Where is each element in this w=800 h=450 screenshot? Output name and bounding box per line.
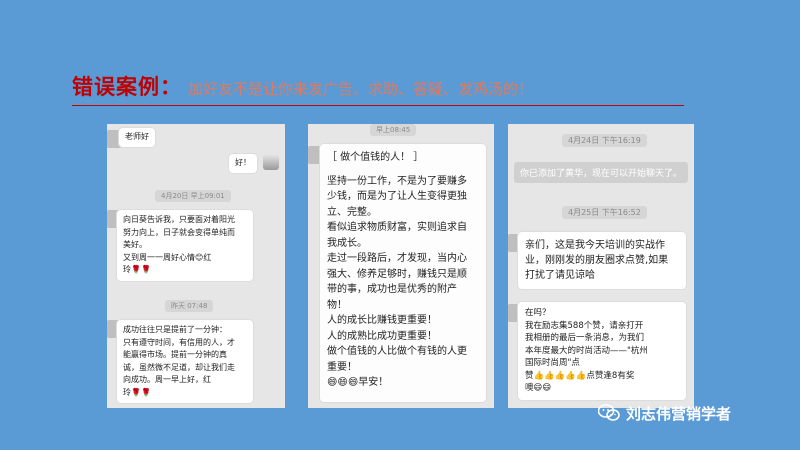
message-line: 走过一段路后，才发现，当内心 <box>327 253 467 264</box>
message-line: 😄😄😄早安！ <box>327 377 389 388</box>
chat-bubble: 向日葵告诉我，只要面对着阳光 努力向上，日子就会变得单纯而 美好。 又到周一一周… <box>117 210 253 281</box>
message-text: 好！ <box>235 158 251 167</box>
message-line: 成功往往只是提前了一分钟： <box>123 325 227 334</box>
chat-bubble: 亲们，这是我今天培训的实战作 业，刚刚发的朋友圈求点赞,如果 打扰了请见谅哈 <box>518 232 686 289</box>
chat-bubble: 老师好 <box>119 128 155 147</box>
message-line: 带的事，成功也是优秀的附产 <box>327 284 457 295</box>
message-line: 少钱，而是为了让人生变得更独 <box>327 191 467 202</box>
message-line: 本年度最大的时尚活动——"杭州 <box>525 345 648 356</box>
message-line: 噢😄😄 <box>525 383 552 393</box>
message-line: 我成长。 <box>327 237 367 249</box>
message-line: 业，刚刚发的朋友圈求点赞,如果 <box>525 255 669 266</box>
message-text: 老师好 <box>125 132 149 141</box>
message-line: 看似追求物质财富，实则追求自 <box>327 222 467 233</box>
message-line: 诚，虽然微不足道，却让我们走 <box>123 362 235 372</box>
message-line: 向日葵告诉我，只要面对着阳光 <box>123 215 235 224</box>
timestamp: 4月20日 早上09:01 <box>155 190 231 202</box>
message-line: 人的成长比赚钱更重要！ <box>327 315 437 326</box>
message-line: 国际时尚周"点 <box>525 358 580 368</box>
message-line: 美好。 <box>123 240 147 249</box>
chat-bubble: 在吗？ 我在励志集588个赞，请亲打开 我相册的最后一条消息，为我们 本年度最大… <box>518 302 686 400</box>
message-line: 立、完整。 <box>327 206 377 218</box>
chat-bubble: 好！ <box>229 154 257 173</box>
chat-screenshot-1: 老师好 好！ 4月20日 早上09:01 向日葵告诉我，只要面对着阳光 努力向上… <box>107 124 285 408</box>
avatar <box>263 154 279 170</box>
message-line: 人的成熟比成功更重要！ <box>327 330 437 342</box>
message-line: ［ 做个值钱的人！ ］ <box>327 152 424 163</box>
chat-bubble: ［ 做个值钱的人！ ］ 坚持一份工作，不是为了要赚多 少钱，而是为了让人生变得更… <box>320 144 486 402</box>
message-line: 打扰了请见谅哈 <box>525 270 595 281</box>
title-subtitle: 加好友不是让你来发广告、求助、答疑、发鸡汤的！ <box>188 80 534 98</box>
timestamp: 早上08:45 <box>370 124 417 136</box>
wechat-icon <box>597 404 620 422</box>
message-line: 赞👍👍👍👍👍点赞逢8有奖 <box>525 370 635 381</box>
timestamp: 4月25日 下午16:52 <box>562 206 647 219</box>
message-line <box>327 166 479 174</box>
message-line: 在吗？ <box>525 308 551 318</box>
chat-screenshot-3: 4月24日 下午16:19 你已添加了黄华，现在可以开始聊天了。 4月25日 下… <box>508 124 694 408</box>
chat-screenshot-2: 早上08:45 ［ 做个值钱的人！ ］ 坚持一份工作，不是为了要赚多 少钱，而是… <box>308 124 494 408</box>
system-notice: 你已添加了黄华，现在可以开始聊天了。 <box>514 162 688 183</box>
message-line: 做个值钱的人比做个有钱的人更 <box>327 346 467 357</box>
message-line: 物！ <box>327 299 347 311</box>
title-main: 错误案例： <box>72 75 182 99</box>
message-line: 我在励志集588个赞，请亲打开 <box>525 320 644 331</box>
message-line: 又到周一一周好心情😊红 <box>123 252 212 262</box>
timestamp: 昨天 07:48 <box>165 300 214 312</box>
message-line: 强大、修养足够时，赚钱只是顺 <box>327 268 467 280</box>
message-line: 坚持一份工作，不是为了要赚多 <box>327 175 467 187</box>
watermark: 刘志伟营销学者 <box>597 400 732 426</box>
slide-title: 错误案例： 加好友不是让你来发广告、求助、答疑、发鸡汤的！ <box>72 72 684 106</box>
message-line: 努力向上，日子就会变得单纯而 <box>123 227 235 237</box>
watermark-text: 刘志伟营销学者 <box>626 404 732 423</box>
message-line: 我相册的最后一条消息，为我们 <box>525 333 645 343</box>
message-line: 玲🌹🌹 <box>123 387 151 397</box>
timestamp: 4月24日 下午16:19 <box>562 134 647 147</box>
message-line: 能赢得市场。提前一分钟的真 <box>123 350 227 359</box>
message-line: 亲们，这是我今天培训的实战作 <box>525 240 665 251</box>
chat-bubble: 成功往往只是提前了一分钟： 只有遵守时间，有信用的人，才 能赢得市场。提前一分钟… <box>117 320 253 403</box>
message-line: 只有遵守时间，有信用的人，才 <box>123 337 235 347</box>
message-line: 向成功。周一早上好，红 <box>123 375 211 384</box>
message-line: 玲🌹🌹 <box>123 265 151 274</box>
message-line: 重要！ <box>327 361 357 373</box>
